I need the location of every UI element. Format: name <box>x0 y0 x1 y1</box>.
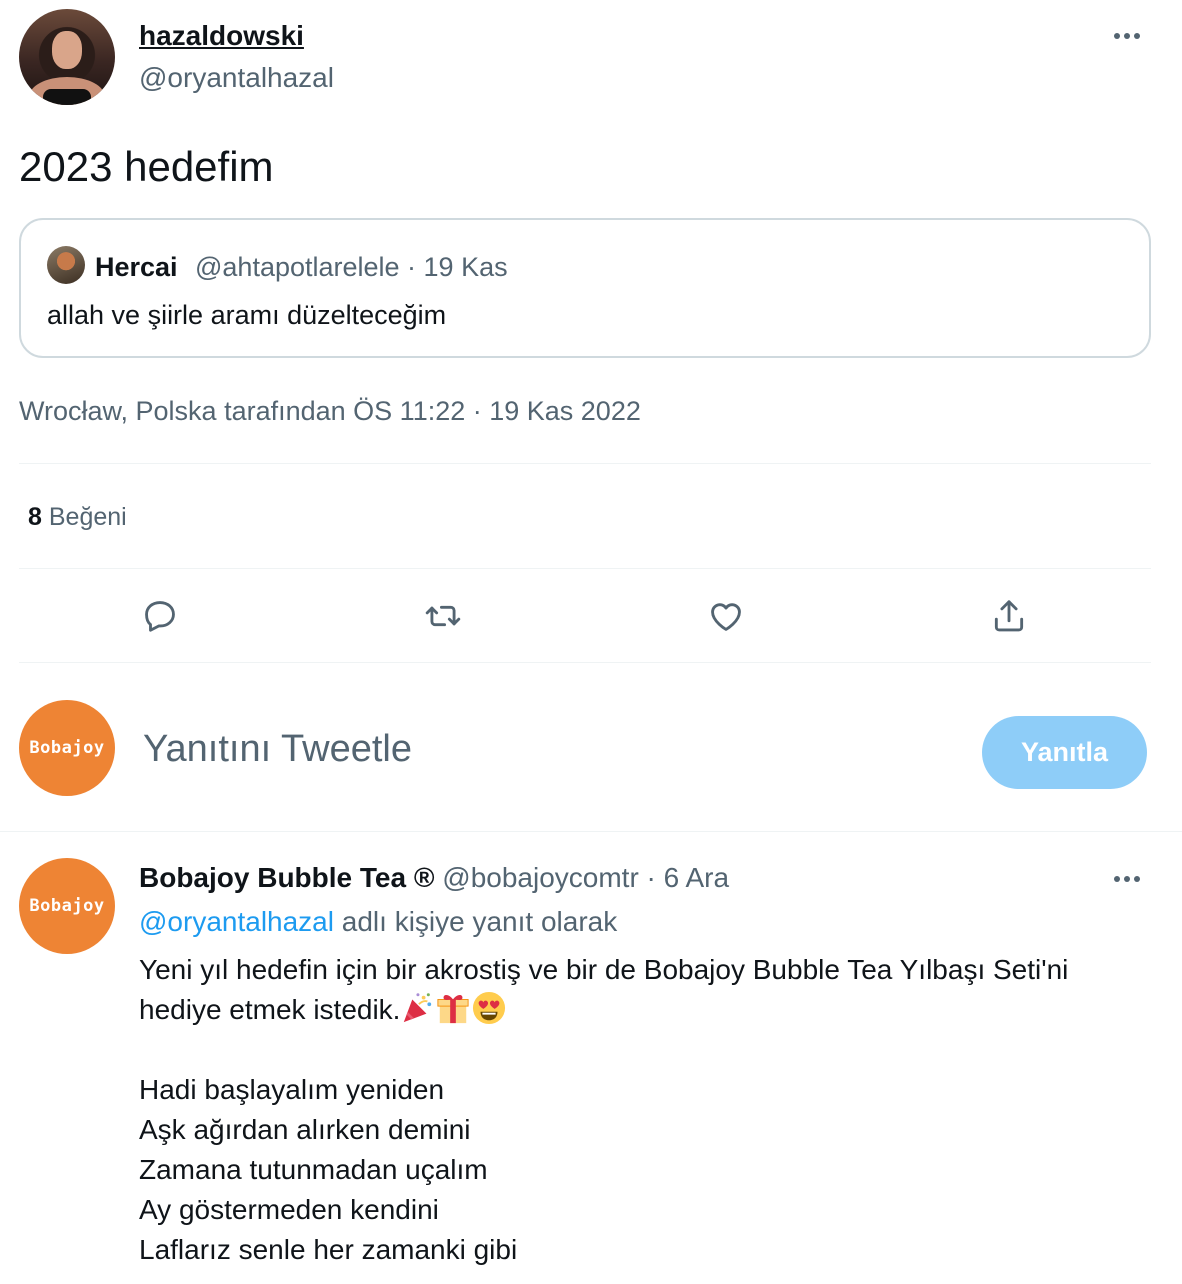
poem-line: Aşk ağırdan alırken demini <box>139 1114 471 1145</box>
reply-submit-button[interactable]: Yanıtla <box>982 716 1147 789</box>
divider <box>19 662 1151 663</box>
reply-line: hediye etmek istedik. <box>139 994 401 1025</box>
tweet-timestamp[interactable]: Wrocław, Polska tarafından ÖS 11:22 · 19… <box>19 396 641 427</box>
wrapped-gift-icon <box>437 994 470 1024</box>
likes-count[interactable]: 8 Beğeni <box>28 503 127 532</box>
reply-text: Yeni yıl hedefin için bir akrostiş ve bi… <box>139 950 1149 1270</box>
heart-icon[interactable] <box>704 594 748 638</box>
author-avatar[interactable] <box>19 9 115 105</box>
likes-label: Beğeni <box>48 503 127 531</box>
share-icon[interactable] <box>987 594 1031 638</box>
reply-to-suffix: adlı kişiye yanıt olarak <box>333 906 618 937</box>
current-user-avatar[interactable]: Bobajoy <box>19 700 115 796</box>
reply-line-with-emojis: hediye etmek istedik. <box>139 990 1149 1030</box>
reply-author-meta: @bobajoycomtr · 6 Ara <box>434 862 730 893</box>
divider <box>0 831 1182 832</box>
avatar-logo-text: Bobajoy <box>29 896 105 916</box>
avatar-clothing <box>43 89 91 105</box>
quoted-author-meta: @ahtapotlarelele · 19 Kas <box>195 252 508 282</box>
author-handle[interactable]: @oryantalhazal <box>139 62 334 94</box>
quoted-author-name: Hercai <box>95 252 178 282</box>
retweet-icon[interactable] <box>421 594 465 638</box>
reply-author-header[interactable]: Bobajoy Bubble Tea ® @bobajoycomtr · 6 A… <box>139 862 729 894</box>
reply-compose-input[interactable]: Yanıtını Tweetle <box>143 728 412 771</box>
reply-to-mention-link[interactable]: @oryantalhazal <box>139 906 334 937</box>
divider <box>19 568 1151 569</box>
more-options-icon[interactable] <box>1107 24 1147 48</box>
party-popper-icon <box>404 993 432 1023</box>
quoted-author-avatar[interactable] <box>47 246 85 284</box>
quoted-tweet-text: allah ve şiirle aramı düzelteceğim <box>47 300 447 330</box>
reply-icon[interactable] <box>138 594 182 638</box>
reply-line: Yeni yıl hedefin için bir akrostiş ve bi… <box>139 954 1069 985</box>
avatar-logo-text: Bobajoy <box>29 738 105 758</box>
replying-to: @oryantalhazal adlı kişiye yanıt olarak <box>139 906 617 938</box>
poem-line: Hadi başlayalım yeniden <box>139 1074 445 1105</box>
divider <box>19 463 1151 464</box>
reply-author-avatar[interactable]: Bobajoy <box>19 858 115 954</box>
more-options-icon[interactable] <box>1107 867 1147 891</box>
avatar-face <box>52 31 82 69</box>
reply-author-name: Bobajoy Bubble Tea ® <box>139 862 435 893</box>
poem-line: Zamana tutunmadan uçalım <box>139 1154 488 1185</box>
quoted-tweet[interactable]: Hercai @ahtapotlarelele · 19 Kas allah v… <box>19 218 1151 358</box>
poem-line: Laflarız senle her zamanki gibi <box>139 1234 518 1265</box>
poem-line: Ay göstermeden kendini <box>139 1194 439 1225</box>
likes-number: 8 <box>28 503 42 531</box>
heart-eyes-icon <box>473 991 506 1025</box>
tweet-text: 2023 hedefim <box>19 143 274 190</box>
author-display-name[interactable]: hazaldowski <box>139 20 304 52</box>
